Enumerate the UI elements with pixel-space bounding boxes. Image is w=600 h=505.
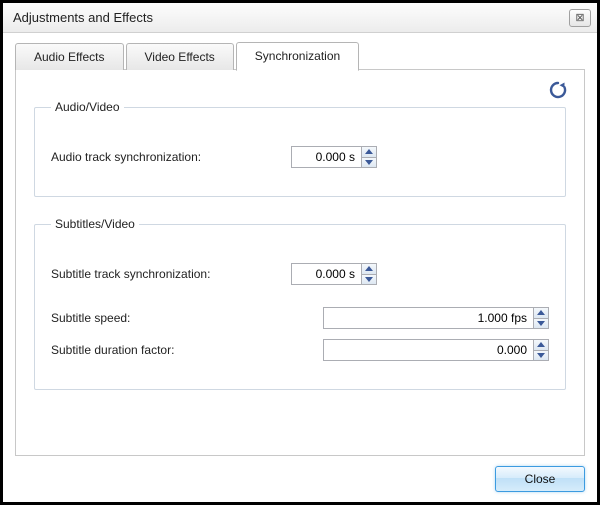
spin-down-subtitle-speed[interactable] <box>534 318 548 329</box>
spin-up-audio-track-sync[interactable] <box>362 147 376 157</box>
titlebar: Adjustments and Effects ⊠ <box>3 3 597 33</box>
spinner-subtitle-duration <box>533 339 549 361</box>
field-subtitle-duration <box>291 339 549 361</box>
close-button[interactable]: Close <box>495 466 585 492</box>
window-title: Adjustments and Effects <box>13 10 569 25</box>
input-subtitle-track-sync[interactable] <box>291 263 361 285</box>
input-audio-track-sync[interactable] <box>291 146 361 168</box>
tabstrip: Audio Effects Video Effects Synchronizat… <box>15 41 585 70</box>
close-icon: ⊠ <box>575 11 584 24</box>
spinbox-subtitle-track-sync <box>291 263 377 285</box>
field-subtitle-track-sync <box>291 263 549 285</box>
spin-down-subtitle-duration[interactable] <box>534 350 548 361</box>
tabpage-synchronization: Audio/Video Audio track synchronization: <box>15 69 585 456</box>
spinbox-subtitle-speed <box>323 307 549 329</box>
spin-up-subtitle-track-sync[interactable] <box>362 264 376 274</box>
field-subtitle-speed <box>291 307 549 329</box>
row-subtitle-speed: Subtitle speed: <box>51 305 549 331</box>
input-subtitle-duration[interactable] <box>323 339 533 361</box>
row-audio-track-sync: Audio track synchronization: <box>51 144 549 170</box>
label-subtitle-speed: Subtitle speed: <box>51 311 291 325</box>
window-adjustments-effects: Adjustments and Effects ⊠ Audio Effects … <box>0 0 600 505</box>
spin-up-subtitle-speed[interactable] <box>534 308 548 318</box>
window-close-button[interactable]: ⊠ <box>569 9 591 27</box>
group-audio-video: Audio/Video Audio track synchronization: <box>34 100 566 197</box>
row-subtitle-track-sync: Subtitle track synchronization: <box>51 261 549 287</box>
tab-video-effects[interactable]: Video Effects <box>126 43 234 70</box>
group-subtitles-video: Subtitles/Video Subtitle track synchroni… <box>34 217 566 390</box>
spinner-subtitle-speed <box>533 307 549 329</box>
tab-audio-effects[interactable]: Audio Effects <box>15 43 124 70</box>
spinbox-subtitle-duration <box>323 339 549 361</box>
label-subtitle-duration: Subtitle duration factor: <box>51 343 291 357</box>
spinner-audio-track-sync <box>361 146 377 168</box>
group-subtitles-video-legend: Subtitles/Video <box>51 217 139 231</box>
refresh-icon[interactable] <box>548 80 568 100</box>
row-subtitle-duration: Subtitle duration factor: <box>51 337 549 363</box>
spinbox-audio-track-sync <box>291 146 377 168</box>
spinner-subtitle-track-sync <box>361 263 377 285</box>
tab-synchronization[interactable]: Synchronization <box>236 42 359 71</box>
dialog-button-row: Close <box>15 456 585 492</box>
spin-down-subtitle-track-sync[interactable] <box>362 274 376 285</box>
label-audio-track-sync: Audio track synchronization: <box>51 150 291 164</box>
client-area: Audio Effects Video Effects Synchronizat… <box>3 33 597 502</box>
spin-down-audio-track-sync[interactable] <box>362 157 376 168</box>
spin-up-subtitle-duration[interactable] <box>534 340 548 350</box>
input-subtitle-speed[interactable] <box>323 307 533 329</box>
label-subtitle-track-sync: Subtitle track synchronization: <box>51 267 291 281</box>
field-audio-track-sync <box>291 146 549 168</box>
group-audio-video-legend: Audio/Video <box>51 100 124 114</box>
